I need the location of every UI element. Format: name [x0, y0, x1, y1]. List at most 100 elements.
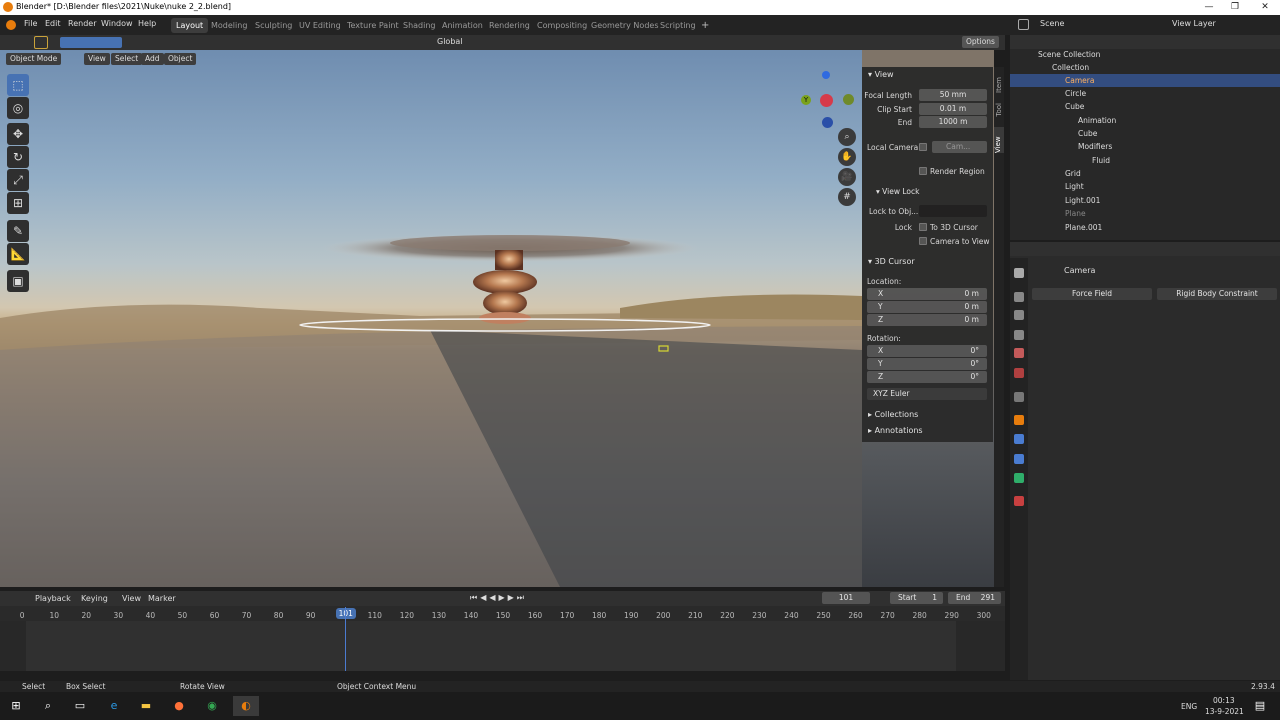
scene-name[interactable]: Scene: [1040, 19, 1064, 28]
outliner-row[interactable]: Fluid: [1010, 154, 1280, 167]
annotate-tool-icon[interactable]: ✎: [7, 220, 29, 242]
outliner-row[interactable]: Plane.001: [1010, 221, 1280, 234]
tool-tab-icon[interactable]: [1014, 268, 1024, 278]
world-tab-icon[interactable]: [1014, 368, 1024, 378]
pan-hand-icon[interactable]: ✋: [838, 148, 856, 166]
windows-start-icon[interactable]: ⊞: [6, 696, 26, 716]
playhead[interactable]: [345, 607, 346, 671]
tab-texture-paint[interactable]: Texture Paint: [342, 18, 404, 33]
section-collections[interactable]: ▸ Collections: [868, 410, 918, 419]
end-frame-field[interactable]: End 291: [948, 592, 1001, 604]
file-explorer-icon[interactable]: ▬: [136, 696, 156, 716]
object-tab-icon[interactable]: [1014, 415, 1024, 425]
menu-edit[interactable]: Edit: [45, 19, 61, 28]
minimize-button[interactable]: —: [1196, 0, 1222, 15]
object-menu[interactable]: Object: [164, 53, 197, 65]
task-view-icon[interactable]: ▭: [70, 696, 90, 716]
playback-menu[interactable]: Playback: [35, 594, 71, 603]
local-camera-field[interactable]: Cam...: [932, 141, 987, 153]
transform-tool-icon[interactable]: ⊞: [7, 192, 29, 214]
gizmo-y-axis[interactable]: Y: [801, 95, 811, 105]
outliner-row[interactable]: Scene Collection: [1010, 48, 1280, 61]
outliner-row[interactable]: Collection: [1010, 61, 1280, 74]
texture-tab-icon[interactable]: [1014, 496, 1024, 506]
menu-help[interactable]: Help: [138, 19, 156, 28]
tab-rendering[interactable]: Rendering: [484, 18, 535, 33]
3d-viewport[interactable]: Object Mode View Select Add Object ⬚ ◎ ✥…: [0, 50, 862, 587]
local-camera-checkbox[interactable]: [919, 143, 927, 151]
cursor-location-x[interactable]: X0 m: [867, 288, 987, 300]
scale-tool-icon[interactable]: ⤢: [7, 169, 29, 191]
clock-date[interactable]: 13-9-2021: [1205, 707, 1244, 716]
tab-modeling[interactable]: Modeling: [206, 18, 252, 33]
timeline-body[interactable]: [0, 607, 1005, 671]
menu-window[interactable]: Window: [101, 19, 133, 28]
select-box-tool-icon[interactable]: ⬚: [7, 74, 29, 96]
blender-taskbar-icon[interactable]: ◐: [233, 696, 259, 716]
tab-geometry-nodes[interactable]: Geometry Nodes: [586, 18, 663, 33]
outliner-row[interactable]: Grid: [1010, 167, 1280, 180]
edge-icon[interactable]: e: [104, 696, 124, 716]
collection-tab-icon[interactable]: [1014, 392, 1024, 402]
selection-mode-buttons[interactable]: [60, 37, 122, 48]
physics-tab-icon[interactable]: [1014, 434, 1024, 444]
render-region-checkbox[interactable]: [919, 167, 927, 175]
cursor-location-y[interactable]: Y0 m: [867, 301, 987, 313]
lock-to-object-field[interactable]: [919, 205, 987, 217]
search-icon[interactable]: ⌕: [38, 696, 58, 716]
tab-tool[interactable]: Tool: [995, 103, 1003, 117]
outliner-row[interactable]: Light: [1010, 180, 1280, 193]
scene-tab-icon[interactable]: [1014, 348, 1024, 358]
outliner-row[interactable]: Modifiers: [1010, 140, 1280, 153]
cursor-tool-icon[interactable]: ◎: [7, 97, 29, 119]
rotate-tool-icon[interactable]: ↻: [7, 146, 29, 168]
transform-orientation[interactable]: Global: [437, 37, 463, 46]
playback-controls[interactable]: ⏮◀◀▶▶⏭: [470, 593, 527, 603]
clock-time[interactable]: 00:13: [1213, 696, 1235, 705]
gizmo-z-top[interactable]: [822, 71, 830, 79]
tab-scripting[interactable]: Scripting: [655, 18, 701, 33]
section-view-lock[interactable]: ▾ View Lock: [876, 187, 919, 196]
section-3d-cursor[interactable]: ▾ 3D Cursor: [868, 257, 915, 266]
outliner-row[interactable]: Camera: [1010, 74, 1280, 87]
tab-shading[interactable]: Shading: [398, 18, 441, 33]
section-view[interactable]: ▾ View: [868, 70, 894, 79]
rigid-body-constraint-button[interactable]: Rigid Body Constraint: [1157, 288, 1277, 300]
menu-render[interactable]: Render: [68, 19, 96, 28]
mode-dropdown[interactable]: Object Mode: [6, 53, 62, 65]
data-tab-icon[interactable]: [1014, 473, 1024, 483]
cursor-location-z[interactable]: Z0 m: [867, 314, 987, 326]
timeline-view-menu[interactable]: View: [122, 594, 141, 603]
start-frame-field[interactable]: Start 1: [890, 592, 943, 604]
section-annotations[interactable]: ▸ Annotations: [868, 426, 923, 435]
outliner-row[interactable]: Circle: [1010, 87, 1280, 100]
firefox-icon[interactable]: ●: [169, 696, 189, 716]
tab-uv-editing[interactable]: UV Editing: [294, 18, 346, 33]
output-tab-icon[interactable]: [1014, 310, 1024, 320]
constraints-tab-icon[interactable]: [1014, 454, 1024, 464]
outliner-row[interactable]: Animation: [1010, 114, 1280, 127]
outliner-row[interactable]: Cube: [1010, 127, 1280, 140]
force-field-button[interactable]: Force Field: [1032, 288, 1152, 300]
options-button[interactable]: Options: [962, 36, 999, 48]
render-tab-icon[interactable]: [1014, 292, 1024, 302]
view-menu[interactable]: View: [84, 53, 110, 65]
gizmo-x-axis[interactable]: [820, 94, 833, 107]
focal-length-field[interactable]: 50 mm: [919, 89, 987, 101]
blender-menu-icon[interactable]: [6, 20, 16, 30]
add-menu[interactable]: Add: [141, 53, 164, 65]
gizmo-neg-y[interactable]: [843, 94, 854, 105]
gizmo-neg-z[interactable]: [822, 117, 833, 128]
notifications-icon[interactable]: ▤: [1250, 696, 1270, 716]
add-cube-tool-icon[interactable]: ▣: [7, 270, 29, 292]
outliner-row[interactable]: Light.001: [1010, 194, 1280, 207]
cursor-rotation-x[interactable]: X 0°: [867, 345, 987, 357]
to-3d-cursor-checkbox[interactable]: [919, 223, 927, 231]
select-menu[interactable]: Select: [111, 53, 143, 65]
marker-menu[interactable]: Marker: [148, 594, 176, 603]
clip-start-field[interactable]: 0.01 m: [919, 103, 987, 115]
cursor-rotation-y[interactable]: Y 0°: [867, 358, 987, 370]
add-workspace-icon[interactable]: +: [696, 18, 714, 33]
language-indicator[interactable]: ENG: [1181, 702, 1197, 711]
view-layer-name[interactable]: View Layer: [1172, 19, 1216, 28]
